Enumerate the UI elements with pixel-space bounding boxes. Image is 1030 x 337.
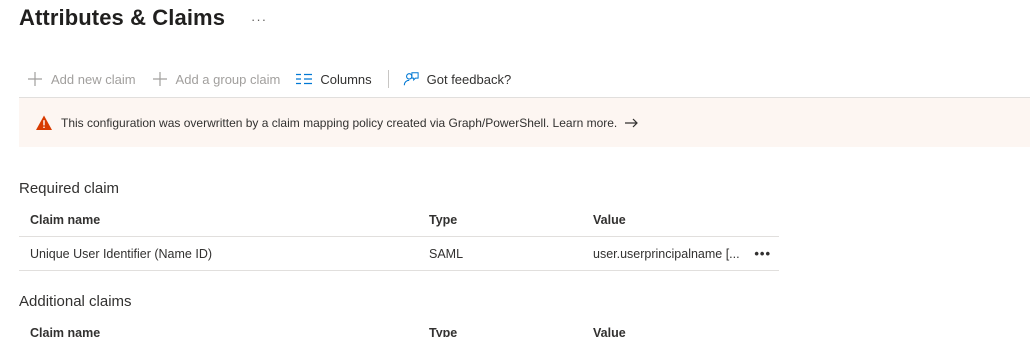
add-group-claim-label: Add a group claim	[175, 71, 281, 87]
add-group-claim-button[interactable]: Add a group claim	[144, 66, 289, 92]
warning-icon	[35, 114, 53, 132]
add-new-claim-label: Add new claim	[51, 71, 136, 87]
table-header-row: Claim name Type Value	[19, 203, 779, 237]
feedback-label: Got feedback?	[426, 71, 512, 87]
additional-claims-table: Claim name Type Value	[19, 316, 779, 337]
column-header-value[interactable]: Value	[583, 213, 779, 227]
page: Attributes & Claims ··· Add new claim Ad…	[0, 0, 1030, 337]
columns-label: Columns	[320, 71, 372, 87]
columns-icon	[296, 71, 313, 87]
table-header-row: Claim name Type Value	[19, 316, 779, 337]
additional-claims-heading: Additional claims	[19, 293, 132, 310]
page-header: Attributes & Claims ···	[19, 5, 267, 31]
arrow-right-icon[interactable]	[625, 118, 639, 128]
plus-icon	[27, 71, 43, 87]
column-header-type[interactable]: Type	[418, 326, 583, 337]
page-title: Attributes & Claims	[19, 5, 226, 30]
table-row[interactable]: Unique User Identifier (Name ID) SAML us…	[19, 237, 779, 271]
claim-type-cell: SAML	[429, 246, 464, 261]
claim-value-text: user.userprincipalname [...	[593, 246, 740, 261]
claim-name-cell: Unique User Identifier (Name ID)	[30, 246, 213, 261]
required-claim-heading: Required claim	[19, 180, 120, 197]
command-bar: Add new claim Add a group claim Columns	[19, 66, 519, 92]
columns-button[interactable]: Columns	[288, 66, 379, 92]
warning-banner: This configuration was overwritten by a …	[19, 97, 1030, 147]
add-new-claim-button[interactable]: Add new claim	[19, 66, 144, 92]
feedback-icon	[403, 71, 419, 87]
column-header-type[interactable]: Type	[418, 213, 583, 227]
plus-icon	[152, 71, 168, 87]
claim-value-cell: user.userprincipalname [... •••	[583, 246, 779, 261]
row-more-actions-button[interactable]: •••	[754, 246, 771, 261]
column-header-value[interactable]: Value	[583, 326, 779, 337]
column-header-claim-name[interactable]: Claim name	[19, 213, 418, 227]
column-header-claim-name[interactable]: Claim name	[19, 326, 418, 337]
required-claims-table: Claim name Type Value Unique User Identi…	[19, 203, 779, 271]
feedback-button[interactable]: Got feedback?	[395, 66, 520, 92]
toolbar-divider	[387, 70, 389, 88]
banner-message[interactable]: This configuration was overwritten by a …	[61, 116, 617, 130]
more-options-button[interactable]: ···	[251, 12, 267, 27]
